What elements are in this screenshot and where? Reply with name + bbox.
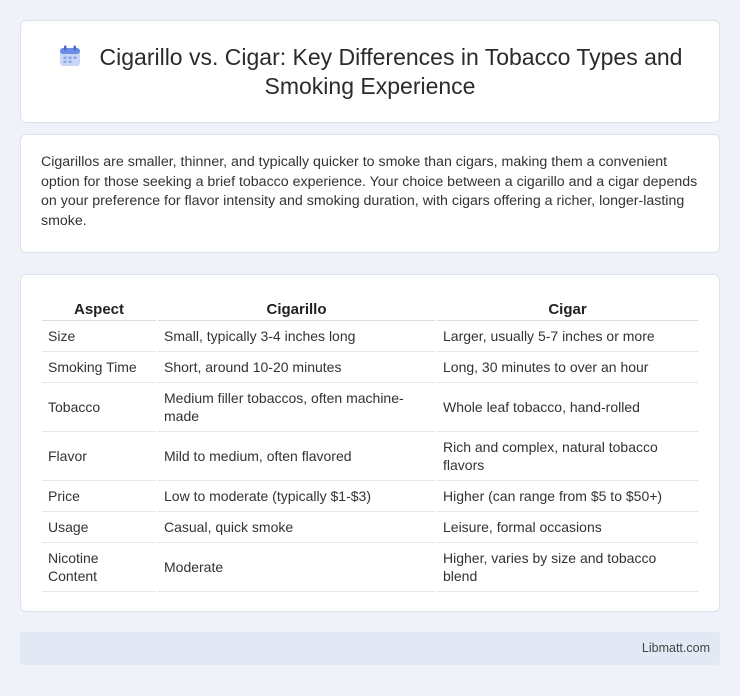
header-cigar: Cigar [435, 295, 698, 321]
table-row: Flavor Mild to medium, often flavored Ri… [42, 431, 698, 481]
comparison-card: Aspect Cigarillo Cigar Size Small, typic… [20, 274, 720, 612]
cell-cigarillo: Medium filler tobaccos, often machine-ma… [156, 382, 436, 432]
cell-cigarillo: Moderate [156, 542, 436, 592]
cell-cigar: Rich and complex, natural tobacco flavor… [435, 431, 698, 481]
cell-cigar: Larger, usually 5-7 inches or more [435, 320, 698, 352]
table-row: Price Low to moderate (typically $1-$3) … [42, 480, 698, 512]
cell-aspect: Size [42, 320, 157, 352]
intro-card: Cigarillos are smaller, thinner, and typ… [20, 134, 720, 253]
title-wrap: Cigarillo vs. Cigar: Key Differences in … [21, 43, 719, 101]
table-row: Smoking Time Short, around 10-20 minutes… [42, 351, 698, 383]
page-title: Cigarillo vs. Cigar: Key Differences in … [41, 43, 699, 101]
calendar-icon [59, 45, 80, 66]
footer-source-link[interactable]: Libmatt.com [642, 641, 710, 655]
header-aspect: Aspect [42, 295, 157, 321]
table-row: Nicotine Content Moderate Higher, varies… [42, 542, 698, 592]
cell-aspect: Smoking Time [42, 351, 157, 383]
header-card: Cigarillo vs. Cigar: Key Differences in … [20, 20, 720, 123]
table-row: Size Small, typically 3-4 inches long La… [42, 320, 698, 352]
cell-cigar: Higher, varies by size and tobacco blend [435, 542, 698, 592]
intro-paragraph: Cigarillos are smaller, thinner, and typ… [41, 154, 698, 229]
table-row: Usage Casual, quick smoke Leisure, forma… [42, 511, 698, 543]
header-cigarillo: Cigarillo [156, 295, 436, 321]
cell-cigar: Leisure, formal occasions [435, 511, 698, 543]
cell-cigar: Higher (can range from $5 to $50+) [435, 480, 698, 512]
page-title-text: Cigarillo vs. Cigar: Key Differences in … [99, 44, 683, 99]
cell-aspect: Price [42, 480, 157, 512]
cell-cigar: Long, 30 minutes to over an hour [435, 351, 698, 383]
cell-aspect: Tobacco [42, 382, 157, 432]
cell-cigarillo: Casual, quick smoke [156, 511, 436, 543]
cell-cigarillo: Small, typically 3-4 inches long [156, 320, 436, 352]
comparison-table: Aspect Cigarillo Cigar Size Small, typic… [42, 295, 698, 592]
table-header-row: Aspect Cigarillo Cigar [42, 295, 698, 321]
footer-bar: Libmatt.com [20, 632, 720, 665]
cell-aspect: Flavor [42, 431, 157, 481]
cell-aspect: Nicotine Content [42, 542, 157, 592]
table-row: Tobacco Medium filler tobaccos, often ma… [42, 382, 698, 432]
cell-cigarillo: Short, around 10-20 minutes [156, 351, 436, 383]
cell-aspect: Usage [42, 511, 157, 543]
cell-cigarillo: Low to moderate (typically $1-$3) [156, 480, 436, 512]
cell-cigar: Whole leaf tobacco, hand-rolled [435, 382, 698, 432]
cell-cigarillo: Mild to medium, often flavored [156, 431, 436, 481]
